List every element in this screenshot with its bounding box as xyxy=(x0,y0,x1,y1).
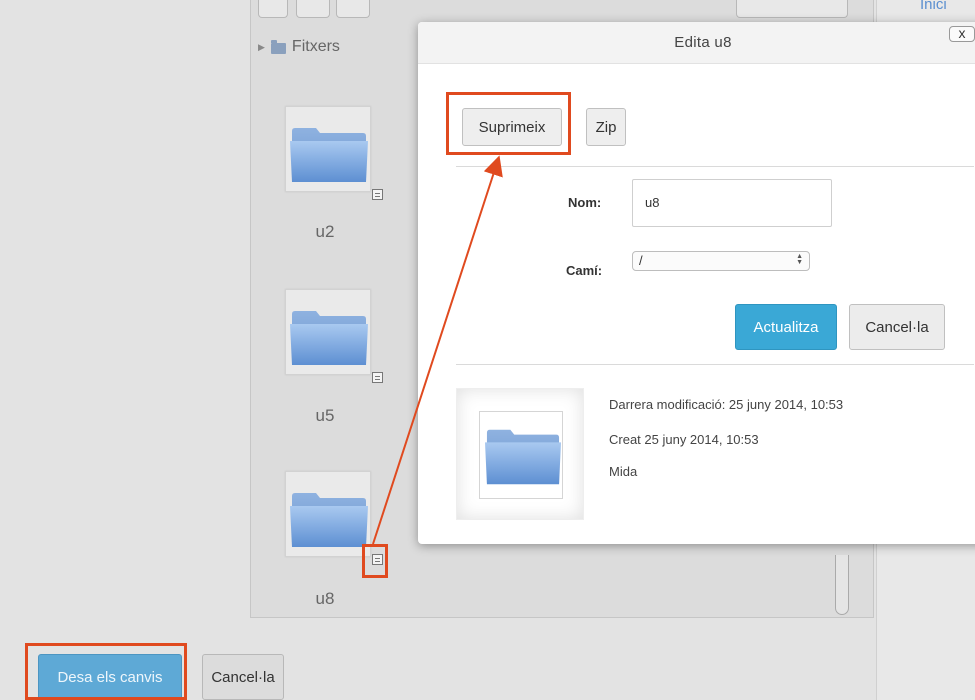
annotation-arrow xyxy=(372,155,503,545)
